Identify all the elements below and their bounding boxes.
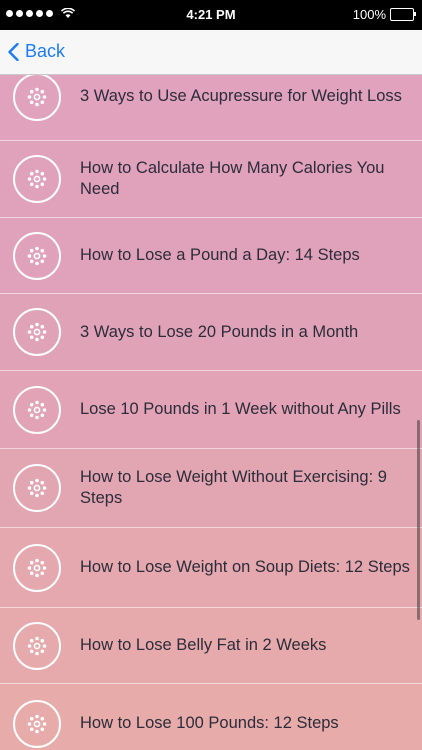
list-item[interactable]: How to Lose Weight Without Exercising: 9… bbox=[0, 449, 422, 528]
list-item-title: 3 Ways to Use Acupressure for Weight Los… bbox=[80, 87, 402, 105]
flower-icon bbox=[13, 231, 61, 280]
list-item[interactable]: Lose 10 Pounds in 1 Week without Any Pil… bbox=[0, 371, 422, 449]
list-item[interactable]: How to Lose 100 Pounds: 12 Steps bbox=[0, 684, 422, 750]
flower-icon bbox=[13, 308, 61, 356]
list-item-title: How to Lose a Pound a Day: 14 Steps bbox=[80, 246, 360, 264]
flower-icon bbox=[13, 155, 61, 203]
flower-icon bbox=[13, 621, 61, 670]
flower-icon bbox=[13, 699, 61, 748]
list-item-title: How to Lose Weight on Soup Diets: 12 Ste… bbox=[80, 558, 410, 576]
list-item-title: How to Lose Weight Without Exercising: 9… bbox=[80, 468, 387, 507]
navigation-bar: Back bbox=[0, 30, 422, 75]
list-item[interactable]: How to Lose Weight on Soup Diets: 12 Ste… bbox=[0, 528, 422, 608]
status-bar: 4:21 PM 100% bbox=[0, 0, 422, 30]
list-item[interactable]: How to Lose Belly Fat in 2 Weeks bbox=[0, 608, 422, 684]
list-item-title: How to Lose Belly Fat in 2 Weeks bbox=[80, 636, 327, 654]
back-button[interactable]: Back bbox=[8, 41, 65, 62]
battery-percent: 100% bbox=[352, 7, 386, 22]
list-item-title: 3 Ways to Lose 20 Pounds in a Month bbox=[80, 322, 359, 341]
list-item-title: Lose 10 Pounds in 1 Week without Any Pil… bbox=[80, 400, 401, 418]
flower-icon bbox=[13, 385, 61, 434]
list-item-title: How to Lose 100 Pounds: 12 Steps bbox=[80, 714, 339, 732]
flower-icon bbox=[13, 464, 61, 512]
flower-icon bbox=[13, 75, 61, 121]
chevron-left-icon bbox=[8, 42, 19, 61]
list-item[interactable]: 3 Ways to Use Acupressure for Weight Los… bbox=[0, 75, 422, 141]
list-item[interactable]: 3 Ways to Lose 20 Pounds in a Month bbox=[0, 294, 422, 371]
list-item-title: How to Calculate How Many Calories You N… bbox=[80, 159, 385, 198]
list-item[interactable]: How to Lose a Pound a Day: 14 Steps bbox=[0, 218, 422, 294]
battery-icon bbox=[390, 8, 416, 21]
article-list[interactable]: 3 Ways to Use Acupressure for Weight Los… bbox=[0, 75, 422, 750]
back-label: Back bbox=[25, 41, 66, 61]
battery-indicator: 100% bbox=[352, 7, 416, 22]
scrollbar[interactable] bbox=[417, 420, 420, 620]
list-item[interactable]: How to Calculate How Many Calories You N… bbox=[0, 141, 422, 218]
flower-icon bbox=[13, 543, 61, 592]
